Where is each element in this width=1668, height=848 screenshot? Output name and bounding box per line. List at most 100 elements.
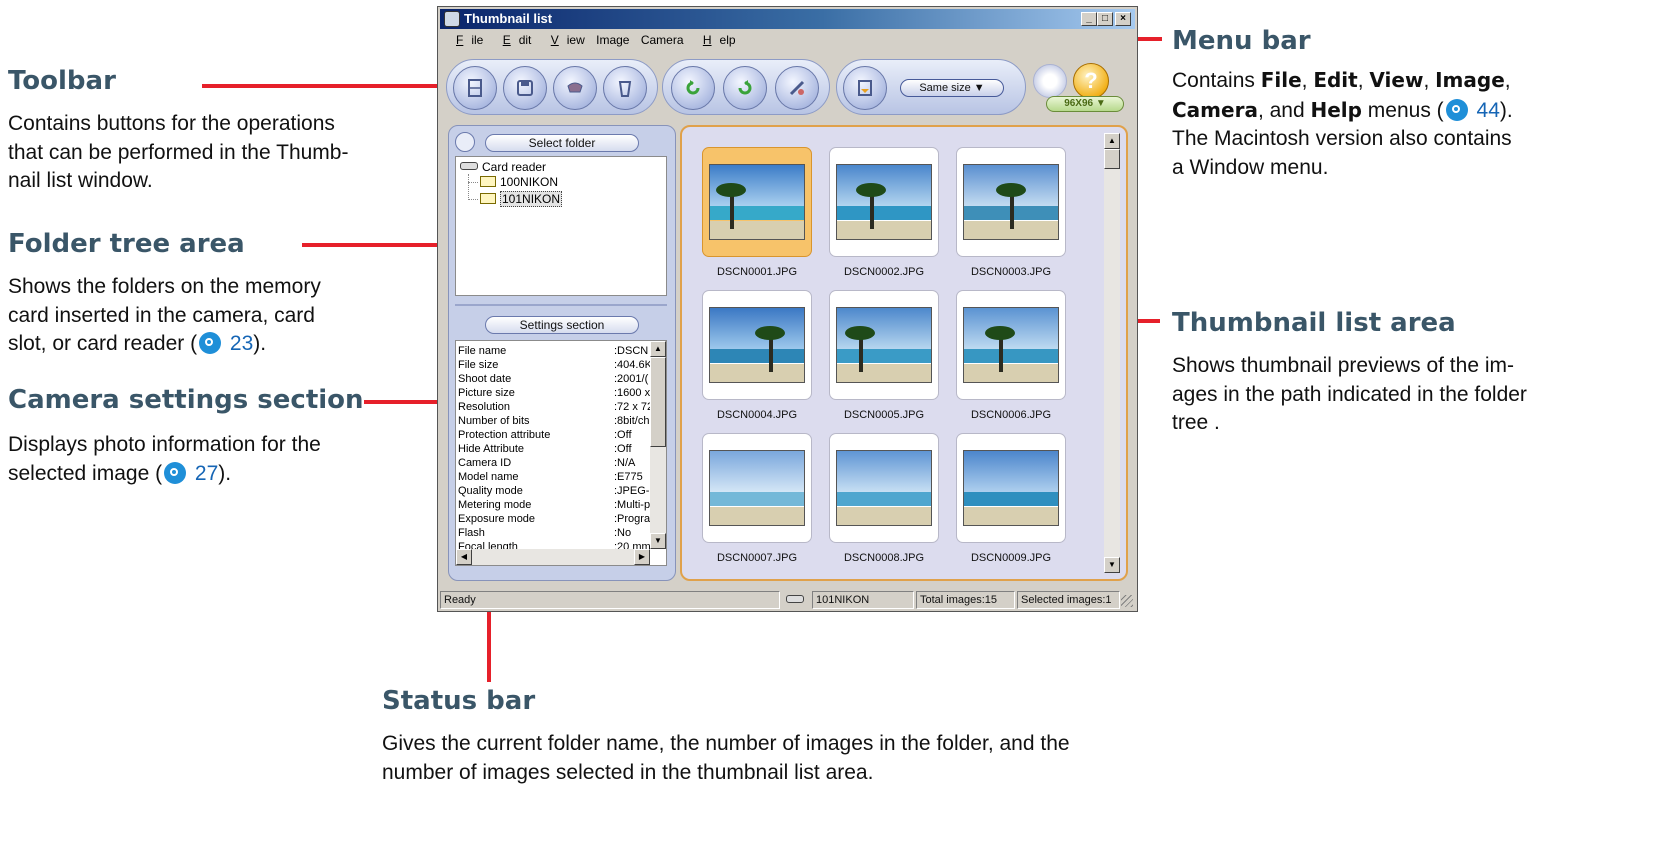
- reference-icon[interactable]: [1445, 98, 1468, 121]
- status-bar-leader-line: [487, 606, 491, 682]
- camera-icon: [567, 82, 583, 93]
- thumbnail-filename: DSCN0004.JPG: [716, 409, 798, 421]
- setting-value: :JPEG-: [614, 485, 650, 497]
- thumbnail-item[interactable]: [829, 147, 939, 257]
- page-ref-44[interactable]: 44: [1477, 99, 1500, 122]
- setting-label: File name: [458, 345, 507, 357]
- menu-image[interactable]: Image: [596, 33, 629, 47]
- folder-tree-leader-line: [302, 243, 456, 247]
- status-bar-callout-title: Status bar: [382, 686, 536, 716]
- transfer-icon: [858, 80, 872, 96]
- thumbnail-filename: DSCN0003.JPG: [970, 266, 1052, 278]
- camera-button[interactable]: [553, 66, 597, 110]
- title-bar[interactable]: Thumbnail list _ □ ×: [440, 9, 1135, 29]
- minimize-button[interactable]: _: [1081, 12, 1097, 26]
- setting-value: :Progra: [614, 513, 650, 525]
- reference-icon[interactable]: [199, 332, 222, 354]
- thumbnail-item[interactable]: [702, 290, 812, 400]
- page-ref-27[interactable]: 27: [195, 462, 218, 485]
- setting-value: :E775: [614, 471, 643, 483]
- settings-row: Resolution:72 x 72: [458, 400, 650, 414]
- setting-value: :2001/(: [614, 373, 649, 385]
- status-bar: Ready 101NIKON Total images:15 Selected …: [440, 591, 1135, 609]
- scroll-thumb[interactable]: [650, 357, 666, 447]
- menu-camera[interactable]: Camera: [641, 33, 684, 47]
- tree-item-card-reader[interactable]: Card reader: [460, 160, 546, 175]
- menu-bar-callout-text: Contains File, Edit, View, Image, Camera…: [1172, 68, 1513, 179]
- settings-section-button[interactable]: Settings section: [485, 316, 639, 334]
- camera-settings-callout-title: Camera settings section: [8, 385, 364, 415]
- maximize-button[interactable]: □: [1097, 12, 1113, 26]
- select-folder-icon[interactable]: [455, 132, 475, 152]
- app-icon[interactable]: [444, 11, 460, 27]
- settings-row: File name:DSCN: [458, 344, 650, 358]
- thumbnail-filename: DSCN0007.JPG: [716, 552, 798, 564]
- tree-item-101nikon[interactable]: 101NIKON: [480, 191, 563, 207]
- scroll-left-button[interactable]: ◀: [456, 549, 472, 565]
- thumbnail-item[interactable]: [956, 433, 1066, 543]
- settings-horizontal-scrollbar[interactable]: ◀ ▶: [456, 549, 650, 565]
- toolbar-callout-text: Contains buttons for the operations that…: [8, 112, 349, 192]
- setting-label: File size: [458, 359, 499, 371]
- rotate-left-button[interactable]: [671, 66, 715, 110]
- thumbnail-item[interactable]: [702, 433, 812, 543]
- scroll-up-button[interactable]: ▲: [1104, 133, 1120, 149]
- thumbnail-image: [836, 307, 932, 383]
- setting-label: Quality mode: [458, 485, 523, 497]
- transfer-button[interactable]: [843, 66, 887, 110]
- thumbnail-filename: DSCN0005.JPG: [843, 409, 925, 421]
- scroll-up-button[interactable]: ▲: [650, 341, 666, 357]
- save-button[interactable]: [503, 66, 547, 110]
- camera-settings-callout-text: Displays photo information for the selec…: [8, 433, 321, 485]
- setting-value: :N/A: [614, 457, 636, 469]
- thumbnail-item[interactable]: [829, 433, 939, 543]
- pane-divider[interactable]: [455, 304, 667, 306]
- thumbnail-item[interactable]: [829, 290, 939, 400]
- tree-item-100nikon[interactable]: 100NIKON: [480, 175, 558, 190]
- setting-label: Hide Attribute: [458, 443, 525, 455]
- scroll-down-button[interactable]: ▼: [650, 533, 666, 549]
- tools-icon: [789, 80, 805, 96]
- settings-row: Number of bits:8bit/ch: [458, 414, 650, 428]
- setting-label: Protection attribute: [458, 429, 551, 441]
- folder-tree: Card reader 100NIKON 101NIKON: [455, 156, 667, 296]
- scroll-thumb[interactable]: [1104, 149, 1120, 169]
- card-reader-icon: [783, 591, 809, 609]
- help-button[interactable]: ?: [1073, 63, 1109, 99]
- display-size-select[interactable]: Same size ▼: [900, 79, 1004, 97]
- thumbnail-filename: DSCN0006.JPG: [970, 409, 1052, 421]
- menu-help[interactable]: Help: [695, 33, 736, 47]
- toolbar: Same size ▼ ? 96X96 ▼: [446, 59, 1128, 117]
- thumbnail-vertical-scrollbar[interactable]: ▲ ▼: [1104, 133, 1120, 573]
- open-button[interactable]: [453, 66, 497, 110]
- thumbnail-list-window: Thumbnail list _ □ × File Edit View Imag…: [437, 6, 1138, 612]
- settings-row: Exposure mode:Progra: [458, 512, 650, 526]
- thumbnail-item[interactable]: [956, 147, 1066, 257]
- setting-label: Picture size: [458, 387, 515, 399]
- settings-row: Shoot date:2001/(: [458, 372, 650, 386]
- menu-file[interactable]: File: [448, 33, 483, 47]
- settings-vertical-scrollbar[interactable]: ▲ ▼: [650, 341, 666, 549]
- folder-tree-callout-text: Shows the folders on the memory card ins…: [8, 275, 321, 355]
- view-options-group: Same size ▼: [836, 59, 1026, 115]
- menu-view[interactable]: View: [543, 33, 585, 47]
- status-bar-callout-text: Gives the current folder name, the numbe…: [382, 732, 1070, 784]
- setting-value: :Off: [614, 429, 632, 441]
- resize-grip[interactable]: [1121, 595, 1133, 607]
- thumbnail-image: [836, 164, 932, 240]
- thumbnail-size-select[interactable]: 96X96 ▼: [1046, 96, 1124, 112]
- reference-icon[interactable]: [164, 461, 187, 484]
- select-folder-button[interactable]: Select folder: [485, 134, 639, 152]
- thumbnail-item[interactable]: [702, 147, 812, 257]
- thumbnail-item[interactable]: [956, 290, 1066, 400]
- toolbar-callout-title: Toolbar: [8, 66, 116, 96]
- setting-label: Resolution: [458, 401, 510, 413]
- close-button[interactable]: ×: [1115, 12, 1131, 26]
- scroll-right-button[interactable]: ▶: [634, 549, 650, 565]
- page-ref-23[interactable]: 23: [230, 332, 253, 355]
- menu-edit[interactable]: Edit: [495, 33, 532, 47]
- tools-button[interactable]: [775, 66, 819, 110]
- scroll-down-button[interactable]: ▼: [1104, 557, 1120, 573]
- rotate-right-button[interactable]: [723, 66, 767, 110]
- delete-button[interactable]: [603, 66, 647, 110]
